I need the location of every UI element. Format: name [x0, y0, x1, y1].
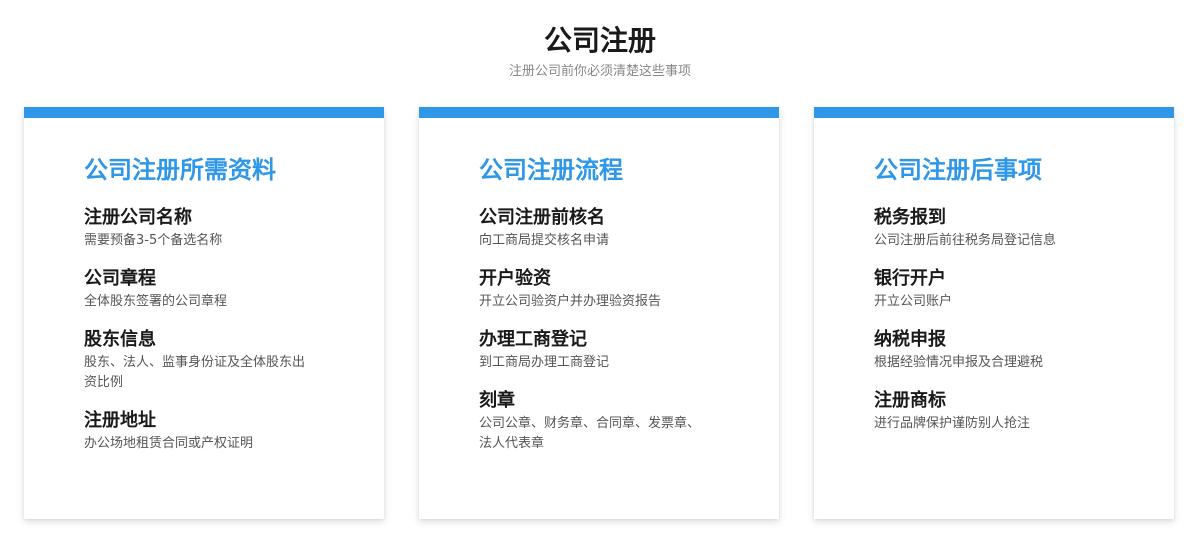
- item-description: 公司公章、财务章、合同章、发票章、法人代表章: [479, 416, 701, 451]
- card-post-registration: 公司注册后事项 税务报到 公司注册后前往税务局登记信息 银行开户 开立公司账户 …: [814, 107, 1174, 519]
- item-title: 注册商标: [874, 390, 946, 411]
- card-content: 公司注册后事项 税务报到 公司注册后前往税务局登记信息 银行开户 开立公司账户 …: [874, 154, 1114, 450]
- item-title: 办理工商登记: [479, 329, 587, 350]
- item-title: 刻章: [479, 390, 515, 411]
- item-list: 注册公司名称 需要预备3-5个备选名称 公司章程 全体股东签署的公司章程 股东信…: [84, 206, 324, 454]
- card-registration-process: 公司注册流程 公司注册前核名 向工商局提交核名申请 开户验资 开立公司验资户并办…: [419, 107, 779, 519]
- item-title: 税务报到: [874, 207, 946, 228]
- item-description: 向工商局提交核名申请: [479, 233, 610, 248]
- item-description: 进行品牌保护谨防别人抢注: [874, 416, 1031, 431]
- list-item: 注册地址 办公场地租赁合同或产权证明: [84, 409, 324, 454]
- list-item: 公司章程 全体股东签署的公司章程: [84, 267, 324, 312]
- card-required-materials: 公司注册所需资料 注册公司名称 需要预备3-5个备选名称 公司章程 全体股东签署…: [24, 107, 384, 519]
- list-item: 注册公司名称 需要预备3-5个备选名称: [84, 206, 324, 251]
- item-title: 银行开户: [874, 268, 946, 289]
- item-list: 公司注册前核名 向工商局提交核名申请 开户验资 开立公司验资户并办理验资报告 办…: [479, 206, 719, 454]
- item-description: 根据经验情况申报及合理避税: [874, 355, 1044, 370]
- list-item: 开户验资 开立公司验资户并办理验资报告: [479, 267, 719, 312]
- item-list: 税务报到 公司注册后前往税务局登记信息 银行开户 开立公司账户 纳税申报 根据经…: [874, 206, 1114, 434]
- item-description: 开立公司账户: [874, 294, 953, 309]
- card-title: 公司注册流程: [479, 156, 623, 184]
- page-subtitle: 注册公司前你必须清楚这些事项: [508, 64, 691, 79]
- card-title: 公司注册所需资料: [84, 156, 276, 184]
- item-description: 全体股东签署的公司章程: [84, 294, 228, 309]
- list-item: 税务报到 公司注册后前往税务局登记信息: [874, 206, 1114, 251]
- list-item: 股东信息 股东、法人、监事身份证及全体股东出资比例: [84, 328, 324, 393]
- card-content: 公司注册流程 公司注册前核名 向工商局提交核名申请 开户验资 开立公司验资户并办…: [479, 154, 719, 470]
- list-item: 公司注册前核名 向工商局提交核名申请: [479, 206, 719, 251]
- item-title: 注册公司名称: [84, 207, 192, 228]
- item-title: 注册地址: [84, 410, 156, 431]
- list-item: 注册商标 进行品牌保护谨防别人抢注: [874, 389, 1114, 434]
- list-item: 刻章 公司公章、财务章、合同章、发票章、法人代表章: [479, 389, 719, 454]
- item-title: 股东信息: [84, 329, 156, 350]
- item-title: 纳税申报: [874, 329, 946, 350]
- card-content: 公司注册所需资料 注册公司名称 需要预备3-5个备选名称 公司章程 全体股东签署…: [84, 154, 324, 470]
- item-description: 需要预备3-5个备选名称: [84, 233, 223, 248]
- list-item: 纳税申报 根据经验情况申报及合理避税: [874, 328, 1114, 373]
- page-title: 公司注册: [543, 24, 656, 57]
- item-title: 开户验资: [479, 268, 551, 289]
- card-title: 公司注册后事项: [874, 156, 1042, 184]
- item-title: 公司注册前核名: [479, 207, 605, 228]
- item-description: 开立公司验资户并办理验资报告: [479, 294, 662, 309]
- item-description: 办公场地租赁合同或产权证明: [84, 436, 254, 451]
- item-description: 公司注册后前往税务局登记信息: [874, 233, 1057, 248]
- list-item: 办理工商登记 到工商局办理工商登记: [479, 328, 719, 373]
- list-item: 银行开户 开立公司账户: [874, 267, 1114, 312]
- item-description: 股东、法人、监事身份证及全体股东出资比例: [84, 355, 306, 390]
- item-title: 公司章程: [84, 268, 156, 289]
- item-description: 到工商局办理工商登记: [479, 355, 610, 370]
